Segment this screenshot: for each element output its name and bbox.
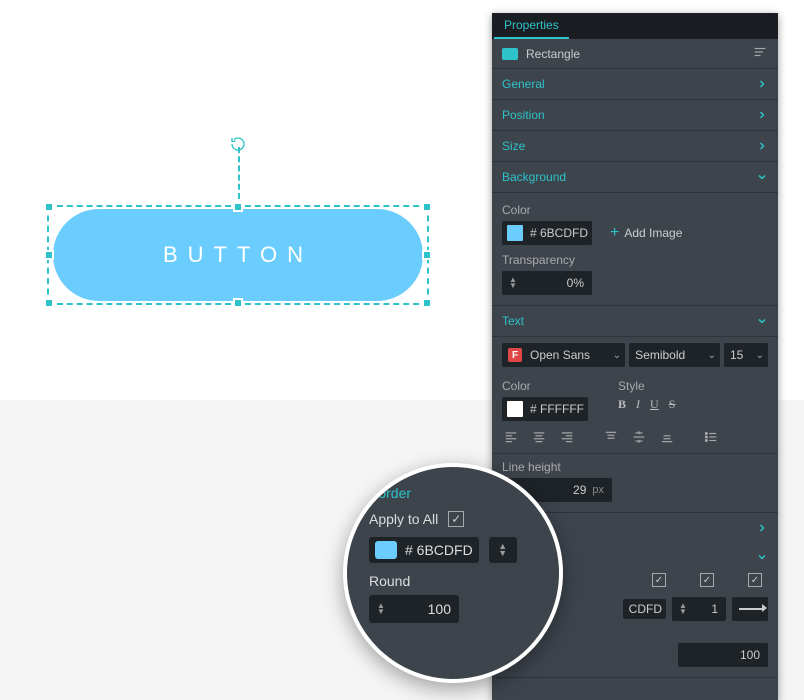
bg-color-label: Color [502, 203, 768, 217]
border-color-hex-tail: CDFD [629, 602, 662, 616]
line-style-icon [739, 608, 763, 610]
add-image-label: Add Image [624, 226, 682, 240]
section-background[interactable]: Background [492, 162, 778, 193]
round-input[interactable]: 100 [678, 643, 768, 667]
font-weight-select[interactable]: Semibold ⌄ [629, 343, 720, 367]
text-color-picker[interactable]: # FFFFFF [502, 397, 588, 421]
border-width-value: 1 [696, 602, 718, 616]
section-background-label: Background [502, 170, 566, 184]
transparency-input[interactable]: ▲▼ 0% [502, 271, 592, 295]
text-color-swatch [506, 400, 524, 418]
bg-color-picker[interactable]: # 6BCDFD [502, 221, 592, 245]
valign-middle-icon[interactable] [630, 429, 648, 445]
alignment-row [502, 421, 768, 449]
underline-button[interactable]: U [650, 397, 659, 412]
stepper-icon[interactable]: ▲▼ [674, 598, 692, 620]
section-general[interactable]: General [492, 69, 778, 100]
lens-color-hex: # 6BCDFD [405, 542, 473, 558]
valign-bottom-icon[interactable] [658, 429, 676, 445]
object-name: Rectangle [526, 47, 580, 61]
transparency-label: Transparency [502, 253, 768, 267]
section-general-label: General [502, 77, 545, 91]
border-side-checkbox[interactable]: ✓ [652, 573, 666, 587]
strikethrough-button[interactable]: S [669, 397, 676, 412]
align-left-icon[interactable] [502, 429, 520, 445]
chevron-down-icon: ⌄ [756, 350, 764, 361]
resize-handle-tc[interactable] [233, 202, 243, 212]
font-size-value: 15 [730, 348, 752, 362]
border-width-input[interactable]: ▲▼ 1 [672, 597, 726, 621]
apply-all-checkbox[interactable]: ✓ [448, 511, 464, 527]
object-menu-icon[interactable] [752, 45, 768, 62]
lens-width-stepper[interactable]: ▲▼ [489, 537, 517, 563]
border-color-picker[interactable]: CDFD [623, 599, 666, 619]
lens-round-input[interactable]: ▲▼ 100 [369, 595, 459, 623]
resize-handle-ml[interactable] [44, 250, 54, 260]
resize-handle-br[interactable] [422, 298, 432, 308]
chevron-down-icon: ⌄ [613, 350, 621, 361]
selection-outline [47, 205, 429, 305]
resize-handle-mr[interactable] [422, 250, 432, 260]
border-style-select[interactable] [732, 597, 768, 621]
lens-round-label: Round [369, 573, 545, 589]
section-size-label: Size [502, 139, 525, 153]
section-position-label: Position [502, 108, 545, 122]
font-size-select[interactable]: 15 ⌄ [724, 343, 768, 367]
rotate-line [238, 147, 240, 199]
stepper-icon[interactable]: ▲▼ [373, 603, 389, 615]
zoom-lens: Border Apply to All ✓ # 6BCDFD ▲▼ Round … [343, 463, 563, 683]
font-weight-value: Semibold [635, 348, 703, 362]
section-position[interactable]: Position [492, 100, 778, 131]
lens-round-value: 100 [389, 601, 451, 617]
valign-top-icon[interactable] [602, 429, 620, 445]
transparency-value: 0% [526, 276, 584, 290]
resize-handle-tr[interactable] [422, 202, 432, 212]
resize-handle-bc[interactable] [233, 298, 243, 308]
rotate-handle-icon[interactable] [229, 135, 247, 153]
line-height-label: Line height [502, 460, 768, 474]
bg-color-swatch [506, 224, 524, 242]
section-text-label: Text [502, 314, 524, 328]
font-family-value: Open Sans [530, 348, 609, 362]
tab-properties[interactable]: Properties [494, 13, 569, 39]
background-group: Color # 6BCDFD + Add Image Transparency … [492, 193, 778, 306]
lens-color-picker[interactable]: # 6BCDFD [369, 537, 479, 563]
plus-icon: + [610, 225, 619, 241]
font-family-select[interactable]: F Open Sans ⌄ [502, 343, 625, 367]
stepper-icon[interactable]: ▲▼ [504, 272, 522, 294]
list-bullets-icon[interactable] [702, 429, 720, 445]
line-height-unit: px [592, 484, 604, 496]
selected-element[interactable]: BUTTON [47, 205, 429, 305]
text-color-label: Color [502, 379, 588, 393]
chevron-down-icon: ⌄ [708, 350, 716, 361]
lens-border-title: Border [369, 485, 545, 501]
lens-color-swatch [375, 541, 397, 559]
object-header-row: Rectangle [492, 39, 778, 69]
panel-tabbar: Properties [492, 13, 778, 39]
italic-button[interactable]: I [636, 397, 640, 412]
text-color-hex: # FFFFFF [530, 402, 584, 416]
align-right-icon[interactable] [558, 429, 576, 445]
font-service-icon: F [508, 348, 522, 362]
section-size[interactable]: Size [492, 131, 778, 162]
text-style-label: Style [618, 379, 675, 393]
round-value: 100 [680, 648, 760, 662]
lens-apply-label: Apply to All [369, 511, 438, 527]
align-center-icon[interactable] [530, 429, 548, 445]
rectangle-icon [502, 48, 518, 60]
resize-handle-bl[interactable] [44, 298, 54, 308]
section-text[interactable]: Text [492, 306, 778, 337]
bold-button[interactable]: B [618, 397, 626, 412]
border-side-checkbox[interactable]: ✓ [700, 573, 714, 587]
add-image-button[interactable]: + Add Image [610, 225, 682, 241]
border-side-checkbox[interactable]: ✓ [748, 573, 762, 587]
bg-color-hex: # 6BCDFD [530, 226, 588, 240]
resize-handle-tl[interactable] [44, 202, 54, 212]
